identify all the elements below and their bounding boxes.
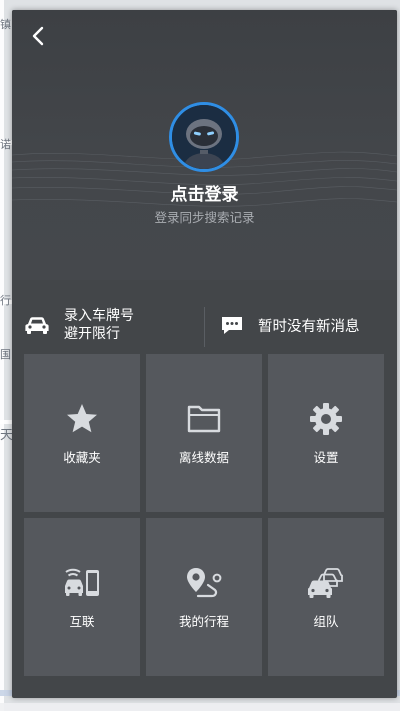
tile-label: 我的行程	[178, 613, 229, 629]
feature-grid: 收藏夹 离线数据 设置 互联 我的行程 组队	[24, 354, 385, 676]
plate-line-2: 避开限行	[64, 326, 120, 342]
avatar[interactable]	[169, 102, 239, 172]
tile-favorites[interactable]: 收藏夹	[24, 354, 140, 512]
car-icon	[25, 317, 49, 334]
tile-label: 离线数据	[178, 449, 229, 465]
divider	[204, 307, 205, 347]
info-row: 录入车牌号 避开限行 暂时没有新消息	[12, 295, 397, 355]
tile-my-trips[interactable]: 我的行程	[146, 518, 262, 676]
tile-settings[interactable]: 设置	[268, 354, 384, 512]
tile-label: 设置	[313, 449, 339, 465]
tile-connect[interactable]: 互联	[24, 518, 140, 676]
map-label: 诺	[0, 138, 11, 151]
car-phone-link-icon	[65, 568, 99, 596]
message-icon	[222, 317, 242, 334]
map-label: 国	[0, 348, 11, 361]
side-drawer-panel: 点击登录 登录同步搜索记录 录入车牌号 避开限行 暂时没有新消息 收藏夹 离线数…	[12, 10, 397, 698]
tile-label: 组队	[313, 613, 339, 629]
gear-icon	[310, 402, 342, 435]
map-road	[0, 703, 400, 711]
folder-icon	[187, 405, 221, 432]
star-icon	[67, 403, 97, 432]
back-button[interactable]	[20, 18, 56, 54]
chevron-left-icon	[32, 26, 44, 46]
enter-plate-button[interactable]: 录入车牌号 避开限行	[24, 295, 204, 355]
message-text: 暂时没有新消息	[258, 318, 360, 335]
tile-offline-data[interactable]: 离线数据	[146, 354, 262, 512]
messages-button[interactable]: 暂时没有新消息	[220, 295, 390, 355]
login-subtitle: 登录同步搜索记录	[154, 210, 255, 225]
car-group-icon	[308, 567, 343, 598]
plate-line-1: 录入车牌号	[64, 308, 134, 324]
login-title[interactable]: 点击登录	[12, 180, 397, 205]
route-pin-icon	[187, 567, 222, 597]
tile-team[interactable]: 组队	[268, 518, 384, 676]
map-label: 镇	[0, 18, 11, 31]
map-label: 行	[0, 294, 11, 307]
robot-avatar-icon	[172, 105, 236, 169]
tile-label: 互联	[69, 613, 95, 629]
tile-label: 收藏夹	[63, 449, 101, 465]
